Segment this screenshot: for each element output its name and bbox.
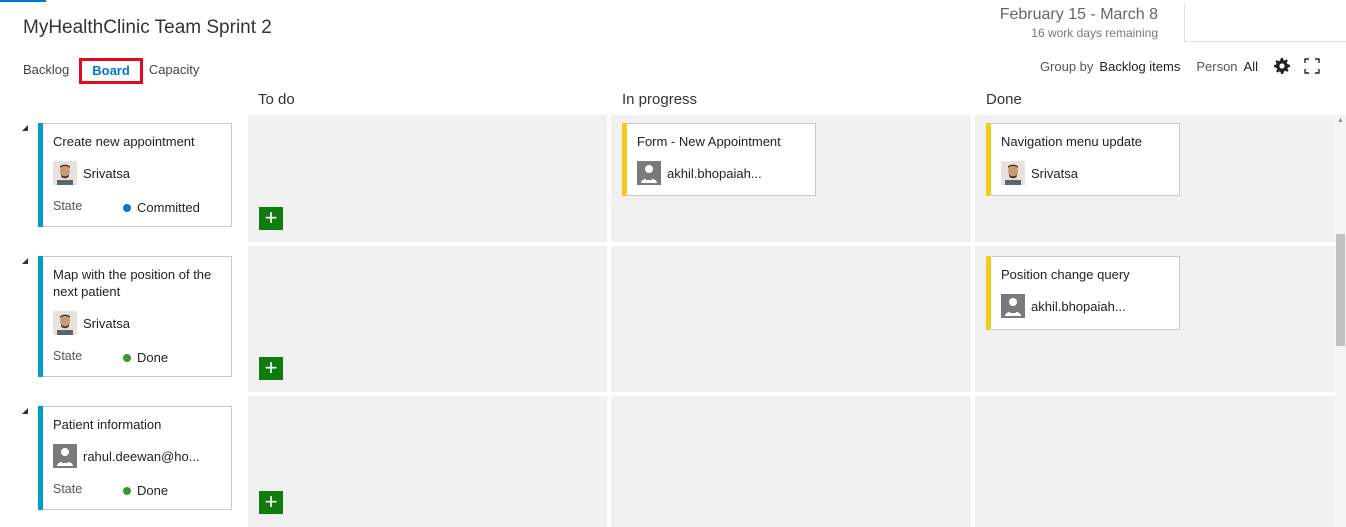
card-title[interactable]: Position change query (1001, 266, 1169, 283)
state-text: Committed (137, 200, 200, 215)
cell-row1-todo (248, 115, 607, 242)
backlog-card[interactable]: Map with the position of the next patien… (38, 256, 232, 377)
card-title[interactable]: Patient information (53, 416, 221, 433)
state-text: Done (137, 483, 169, 498)
state-value[interactable]: Done (123, 483, 168, 498)
gear-icon[interactable] (1274, 58, 1290, 74)
sprint-burndown-box[interactable] (1184, 3, 1346, 42)
person-filter-label: Person (1196, 58, 1238, 74)
task-card[interactable]: Position change query akhil.bhopaiah... (986, 256, 1180, 330)
assignee-name: akhil.bhopaiah... (667, 165, 762, 181)
card-assignee[interactable]: akhil.bhopaiah... (637, 161, 762, 185)
card-assignee[interactable]: rahul.deewan@ho... (53, 444, 200, 468)
scroll-up-arrow-icon[interactable]: ▲ (1336, 117, 1345, 125)
card-assignee[interactable]: Srivatsa (1001, 161, 1078, 185)
collapse-row-icon[interactable] (22, 125, 28, 131)
state-value[interactable]: Done (123, 350, 168, 365)
task-card[interactable]: Navigation menu update Srivatsa (986, 123, 1180, 196)
state-label: State (53, 482, 83, 496)
state-dot-icon (123, 203, 131, 212)
collapse-row-icon[interactable] (22, 408, 28, 414)
avatar (53, 311, 77, 335)
task-card[interactable]: Form - New Appointment akhil.bhopaiah... (622, 123, 816, 196)
avatar (1001, 294, 1025, 318)
add-task-button[interactable]: + (259, 491, 283, 514)
hub-tabs: Backlog Board Capacity (23, 58, 199, 84)
assignee-name: akhil.bhopaiah... (1031, 298, 1126, 314)
person-filter-dropdown[interactable]: All (1244, 59, 1258, 74)
assignee-name: rahul.deewan@ho... (83, 448, 200, 464)
add-task-button[interactable]: + (259, 207, 283, 230)
state-value[interactable]: Committed (123, 200, 200, 215)
tab-board[interactable]: Board (79, 58, 143, 84)
state-label: State (53, 199, 83, 213)
card-assignee[interactable]: akhil.bhopaiah... (1001, 294, 1126, 318)
scrollbar-thumb[interactable] (1336, 234, 1345, 346)
card-assignee[interactable]: Srivatsa (53, 311, 130, 335)
cell-row2-todo (248, 246, 607, 392)
avatar (1001, 161, 1025, 185)
sprint-dates[interactable]: February 15 - March 8 (1000, 6, 1158, 24)
column-header-in-progress: In progress (622, 91, 698, 108)
tab-backlog[interactable]: Backlog (23, 60, 69, 82)
backlog-card[interactable]: Patient information rahul.deewan@ho... S… (38, 406, 232, 510)
avatar (53, 444, 77, 468)
collapse-row-icon[interactable] (22, 258, 28, 264)
card-title[interactable]: Map with the position of the next patien… (53, 266, 221, 300)
cell-row2-in-progress (611, 246, 971, 392)
assignee-name: Srivatsa (1031, 165, 1078, 181)
group-by-dropdown[interactable]: Backlog items (1099, 59, 1180, 74)
state-text: Done (137, 350, 169, 365)
cell-row3-in-progress (611, 396, 971, 527)
page-title: MyHealthClinic Team Sprint 2 (23, 17, 272, 38)
group-by-label: Group by (1039, 58, 1094, 74)
tab-capacity[interactable]: Capacity (149, 60, 200, 82)
state-label: State (53, 349, 83, 363)
card-title[interactable]: Navigation menu update (1001, 133, 1169, 150)
avatar (637, 161, 661, 185)
cell-row3-done (975, 396, 1335, 527)
column-header-todo: To do (258, 91, 295, 108)
fullscreen-icon[interactable] (1304, 58, 1320, 74)
assignee-name: Srivatsa (83, 315, 130, 331)
add-task-button[interactable]: + (259, 357, 283, 380)
board-toolbar: Group by Backlog items Person All (1040, 58, 1320, 74)
state-dot-icon (123, 486, 131, 495)
top-accent-line (0, 0, 46, 2)
card-assignee[interactable]: Srivatsa (53, 161, 130, 185)
card-title[interactable]: Create new appointment (53, 133, 221, 150)
avatar (53, 161, 77, 185)
sprint-remaining-days: 16 work days remaining (1031, 26, 1158, 40)
backlog-card[interactable]: Create new appointment Srivatsa State Co… (38, 123, 232, 227)
card-title[interactable]: Form - New Appointment (637, 133, 805, 150)
cell-row3-todo (248, 396, 607, 527)
assignee-name: Srivatsa (83, 165, 130, 181)
column-header-done: Done (986, 91, 1022, 108)
state-dot-icon (123, 353, 131, 362)
